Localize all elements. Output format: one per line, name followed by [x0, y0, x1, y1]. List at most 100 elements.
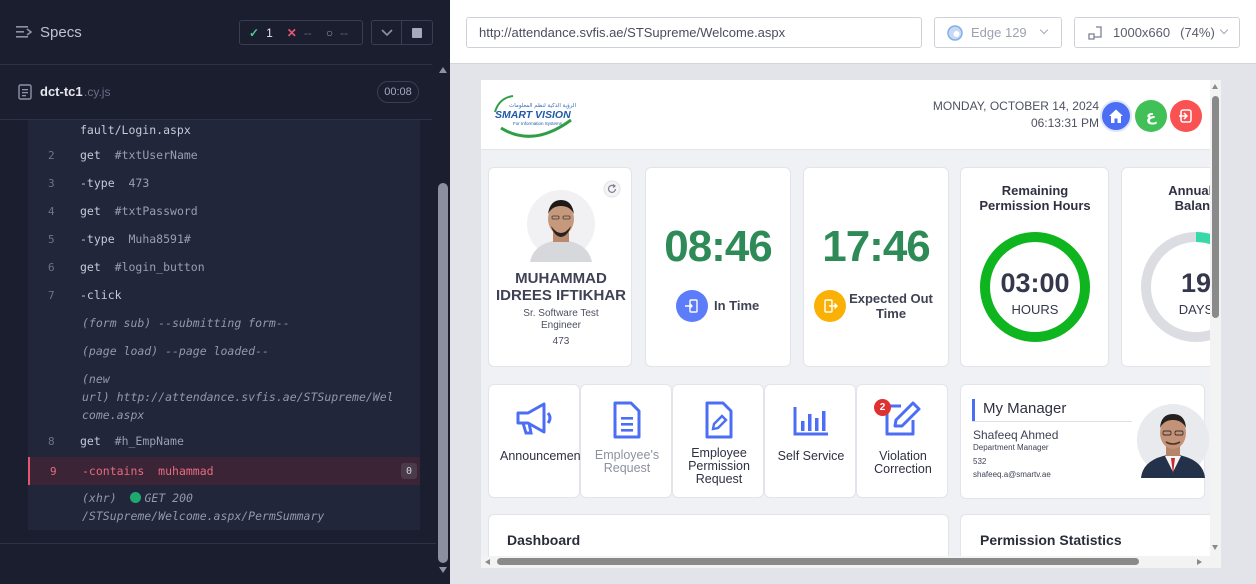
in-time-card: 08:46 In Time	[645, 167, 791, 367]
pending-stat: ○ --	[326, 26, 348, 40]
out-time-icon	[814, 290, 846, 322]
command-row[interactable]: 3 -type 473	[28, 169, 420, 197]
scroll-thumb[interactable]	[1212, 96, 1219, 318]
employees-request-tile[interactable]: Employee's Request	[580, 384, 672, 498]
door-enter-icon	[685, 299, 698, 313]
command-row[interactable]: 7 -click	[28, 281, 420, 309]
test-stats: ✓ 1 ✕ -- ○ --	[239, 20, 363, 45]
command-log-scrollbar[interactable]	[436, 65, 450, 584]
command-number: 8	[48, 434, 55, 448]
expand-button[interactable]	[372, 21, 403, 44]
expected-out-card: 17:46 Expected Out Time	[803, 167, 949, 367]
app-vertical-scrollbar[interactable]	[1210, 80, 1221, 568]
smart-vision-logo: الرؤية الذكية لنظم المعلومات SMART VISIO…	[494, 95, 576, 138]
command-number: 3	[48, 176, 55, 190]
scroll-down-icon[interactable]	[439, 567, 447, 573]
viewport-size: 1000x660	[1113, 25, 1171, 40]
browser-pane: http://attendance.svfis.ae/STSupreme/Wel…	[450, 0, 1256, 584]
command-row[interactable]: 4 get #txtPassword	[28, 197, 420, 225]
scroll-right-icon[interactable]	[1197, 559, 1202, 565]
announcements-label: Announcemen	[500, 449, 581, 463]
megaphone-icon	[516, 402, 552, 435]
employee-card: MUHAMMAD IDREES IFTIKHAR Sr. Software Te…	[488, 167, 632, 367]
announcements-tile[interactable]: Announcemen	[488, 384, 581, 498]
browser-name: Edge 129	[971, 25, 1027, 40]
command-log: fault/Login.aspx 2 get #txtUserName 3 -typ…	[28, 120, 420, 530]
divider	[972, 421, 1132, 422]
scroll-down-icon[interactable]	[1212, 545, 1218, 550]
home-icon	[1109, 109, 1123, 123]
notification-badge: 2	[874, 399, 891, 416]
scroll-thumb[interactable]	[438, 183, 448, 563]
employee-id: 473	[552, 336, 570, 347]
event-xhr-url: /STSupreme/Welcome.aspx/PermSummary	[82, 509, 325, 523]
current-date: MONDAY, OCTOBER 14, 2024	[932, 99, 1099, 113]
command-number: 9	[50, 464, 57, 478]
failed-command-row[interactable]: 9 -contains muhammad 0	[28, 457, 420, 485]
home-button[interactable]	[1100, 100, 1132, 132]
scroll-up-icon[interactable]	[1212, 84, 1218, 89]
pending-count: --	[340, 25, 349, 40]
app-frame: الرؤية الذكية لنظم المعلومات SMART VISIO…	[481, 80, 1221, 568]
chevron-down-icon	[380, 28, 393, 36]
permission-title-line1: Remaining	[1001, 183, 1069, 198]
leave-title-line2: Balanc	[1174, 198, 1218, 213]
language-button[interactable]: ع	[1135, 100, 1167, 132]
event-form-submit[interactable]: (form sub) --submitting form--	[82, 314, 290, 332]
passed-count: 1	[266, 25, 273, 40]
svg-text:SMART VISION: SMART VISION	[495, 109, 571, 121]
svg-text:For Information Systems: For Information Systems	[513, 121, 563, 126]
command-arg: muhammad	[158, 464, 214, 478]
manager-email[interactable]: shafeeq.a@smartv.ae	[973, 470, 1051, 479]
spec-file-row[interactable]: dct-tc1 .cy.js 00:08	[0, 66, 432, 120]
browser-selector[interactable]: Edge 129	[934, 17, 1062, 48]
event-xhr[interactable]: (xhr) GET 200	[82, 489, 193, 507]
app-horizontal-scrollbar[interactable]	[481, 556, 1221, 568]
command-row[interactable]: 5 -type Muha8591#	[28, 225, 420, 253]
spec-extension: .cy.js	[84, 85, 111, 99]
failed-stat: ✕ --	[287, 26, 312, 40]
svg-text:الرؤية الذكية لنظم المعلومات: الرؤية الذكية لنظم المعلومات	[509, 102, 576, 109]
manager-title: Department Manager	[973, 443, 1049, 452]
specs-header: Specs ✓ 1 ✕ -- ○ --	[0, 0, 433, 65]
violation-correction-tile[interactable]: 2 Violation Correction	[856, 384, 948, 498]
url-bar[interactable]: http://attendance.svfis.ae/STSupreme/Wel…	[466, 17, 922, 48]
edge-icon	[947, 24, 963, 41]
door-exit-icon	[824, 299, 838, 313]
self-service-tile[interactable]: Self Service	[764, 384, 856, 498]
event-new-url[interactable]: url) http://attendance.svfis.ae/STSuprem…	[82, 388, 394, 406]
event-new-url-label[interactable]: (new	[82, 370, 110, 388]
specs-label[interactable]: Specs	[40, 24, 82, 41]
command-arg: #login_button	[114, 260, 205, 274]
divider	[0, 543, 436, 544]
svg-text:03:00: 03:00	[1000, 268, 1069, 298]
scroll-up-icon[interactable]	[439, 67, 447, 73]
command-text: -contains muhammad	[82, 464, 214, 478]
command-text: get #txtUserName	[80, 148, 198, 162]
scroll-left-icon[interactable]	[485, 559, 490, 565]
command-row[interactable]: 6 get #login_button	[28, 253, 420, 281]
command-number: 7	[48, 288, 55, 302]
language-label: ع	[1145, 107, 1157, 125]
document-icon	[613, 401, 641, 439]
refresh-icon[interactable]	[603, 180, 621, 198]
my-manager-card: My Manager Shafeeq Ahmed Department Mana…	[960, 384, 1209, 499]
command-number: 6	[48, 260, 55, 274]
command-name: -type	[80, 176, 115, 190]
logout-button[interactable]	[1170, 100, 1202, 132]
viewport-selector[interactable]: 1000x660 (74%)	[1074, 17, 1240, 48]
spec-duration: 00:08	[377, 81, 419, 103]
stop-button[interactable]	[402, 21, 432, 44]
self-service-label: Self Service	[777, 449, 845, 463]
svg-text:DAYS: DAYS	[1179, 302, 1214, 317]
command-name: -contains	[82, 464, 145, 478]
scroll-thumb[interactable]	[497, 558, 1139, 565]
permission-request-tile[interactable]: Employee Permission Request	[672, 384, 764, 498]
command-row[interactable]: 8 get #h_EmpName	[28, 427, 420, 455]
command-row[interactable]: 2 get #txtUserName	[28, 141, 420, 169]
in-time-label: In Time	[714, 298, 760, 313]
leave-title-line1: Annual L	[1168, 183, 1221, 198]
manager-id: 532	[973, 457, 987, 466]
menu-collapse-icon[interactable]	[16, 24, 34, 40]
event-page-load[interactable]: (page load) --page loaded--	[82, 342, 269, 360]
